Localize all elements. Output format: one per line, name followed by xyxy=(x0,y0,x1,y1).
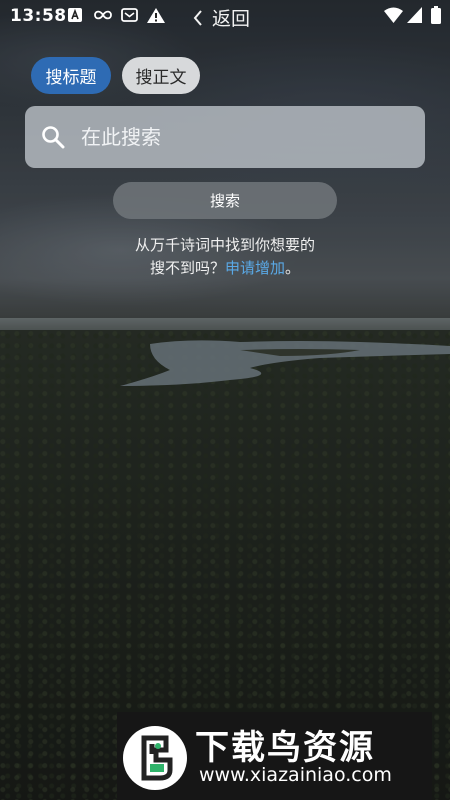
signal-icon xyxy=(407,7,422,23)
a-badge-icon xyxy=(68,8,82,22)
warning-icon xyxy=(147,8,165,23)
status-bar: 13:58 返回 xyxy=(0,0,450,34)
wifi-icon xyxy=(384,7,403,23)
battery-icon xyxy=(431,6,441,24)
back-label: 返回 xyxy=(212,8,251,30)
search-icon xyxy=(42,126,65,149)
back-button[interactable]: 返回 xyxy=(192,4,250,31)
watermark: 下载鸟资源 www.xiazainiao.com xyxy=(117,712,432,800)
search-input[interactable] xyxy=(79,106,411,168)
watermark-title: 下载鸟资源 xyxy=(195,728,375,768)
message-icon xyxy=(121,8,138,22)
hint-suffix: 。 xyxy=(285,259,301,277)
tab-search-title[interactable]: 搜标题 xyxy=(31,57,111,94)
watermark-logo-icon xyxy=(123,726,187,790)
hint-text: 从万千诗词中找到你想要的 xyxy=(134,236,315,254)
chevron-left-icon xyxy=(193,9,202,26)
search-button[interactable]: 搜索 xyxy=(113,182,337,219)
infinity-icon xyxy=(94,10,112,20)
status-time: 13:58 xyxy=(10,6,67,26)
search-bar[interactable] xyxy=(25,106,425,168)
watermark-url: www.xiazainiao.com xyxy=(199,764,392,786)
request-add-link[interactable]: 申请增加 xyxy=(225,259,285,277)
tab-search-body[interactable]: 搜正文 xyxy=(122,57,200,94)
hint-prefix: 搜不到吗？ xyxy=(149,259,225,277)
hint-request-line: 搜不到吗？申请增加。 xyxy=(0,257,450,278)
